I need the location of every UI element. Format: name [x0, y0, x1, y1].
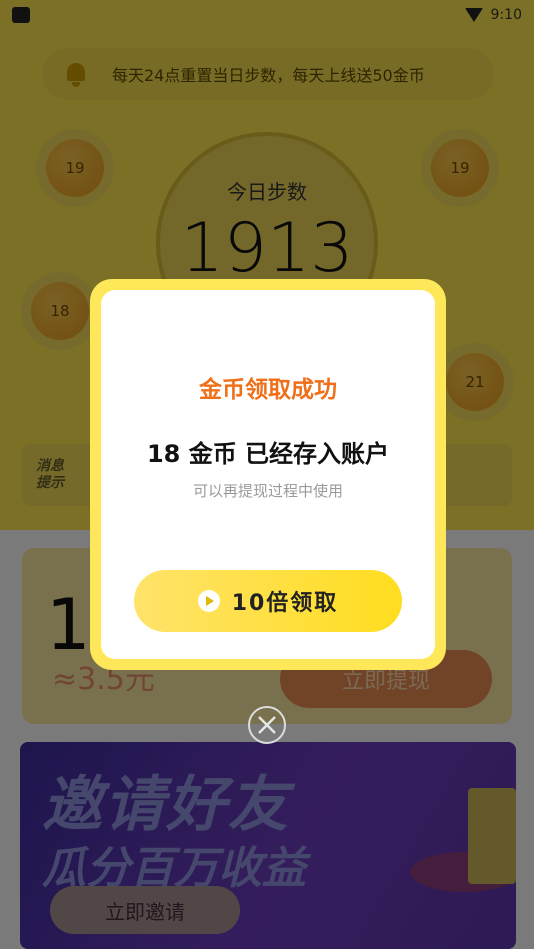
play-icon: [197, 590, 220, 612]
dialog-subtitle: 可以再提现过程中使用: [192, 482, 343, 500]
reward-dialog-panel: 金币领取成功 18 金币 已经存入账户 可以再提现过程中使用 10倍领取: [101, 290, 435, 659]
claim-10x-label: 10倍领取: [231, 591, 339, 616]
dialog-title: 金币领取成功: [199, 377, 337, 403]
reward-dialog: 金币领取成功 18 金币 已经存入账户 可以再提现过程中使用 10倍领取: [90, 279, 446, 670]
claim-10x-button[interactable]: 10倍领取: [134, 570, 402, 632]
close-dialog-button[interactable]: [248, 706, 286, 744]
close-icon: [258, 716, 276, 734]
dialog-message: 18 金币 已经存入账户: [146, 440, 390, 468]
